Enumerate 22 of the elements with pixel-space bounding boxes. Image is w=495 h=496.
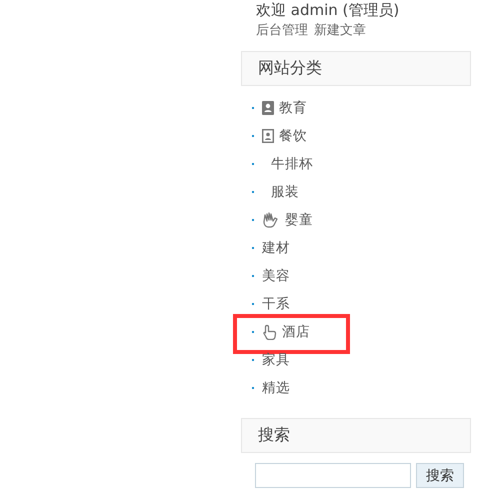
search-field[interactable] [255, 463, 411, 488]
category-link[interactable]: 家具 [262, 351, 290, 369]
nav-link[interactable]: 后台管理 [256, 22, 308, 40]
pointer-hand-icon [262, 324, 277, 340]
category-link[interactable]: 婴童 [262, 211, 313, 229]
welcome-text: 欢迎 admin (管理员) [256, 0, 400, 20]
hand-icon [262, 212, 280, 228]
category-link[interactable]: 牛排杯 [262, 155, 313, 173]
section-title: 搜索 [258, 425, 290, 446]
category-link[interactable]: 干系 [262, 295, 290, 313]
section-title: 网站分类 [258, 58, 322, 79]
category-link[interactable]: 精选 [262, 379, 290, 397]
category-link[interactable]: 餐饮 [262, 127, 307, 145]
search-button[interactable]: 搜索 [416, 463, 464, 488]
category-link[interactable]: 建材 [262, 239, 290, 257]
category-link[interactable]: 教育 [262, 99, 307, 117]
category-link[interactable]: 美容 [262, 267, 290, 285]
category-link[interactable]: 服装 [262, 183, 299, 201]
nav-link[interactable]: 新建文章 [314, 22, 366, 40]
contact-card-icon [262, 129, 274, 143]
contact-card-icon [262, 101, 274, 115]
category-link[interactable]: 酒店 [262, 323, 310, 341]
